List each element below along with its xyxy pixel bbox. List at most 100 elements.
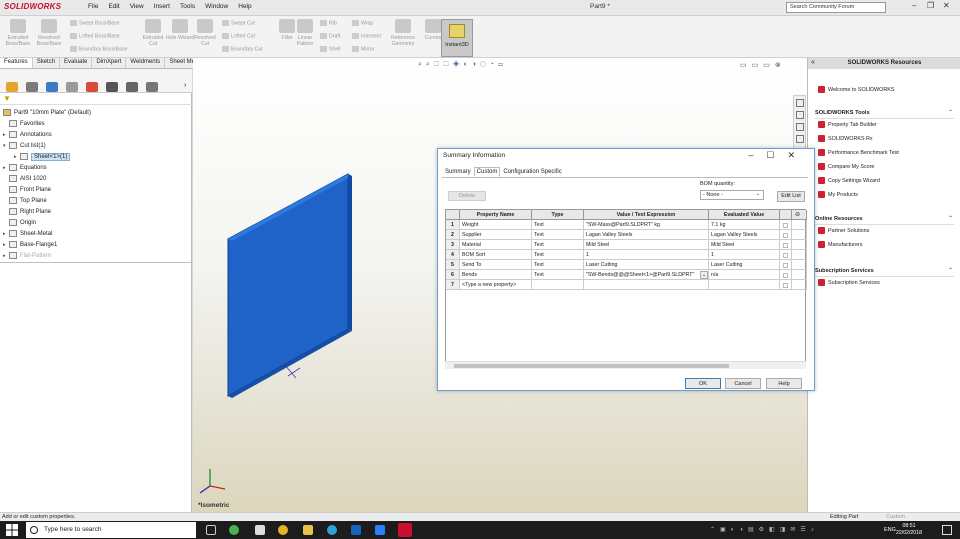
dimxpert-icon[interactable] [66,82,78,92]
row-checkbox[interactable] [780,260,792,270]
checkbox[interactable] [783,253,788,258]
instant3d-button[interactable]: Instant3D [441,19,473,57]
app-green-icon[interactable] [229,525,239,535]
cam-feature-tree-icon[interactable] [106,82,118,92]
cell-value[interactable]: "SW-Mass@Part9.SLDPRT" kg [584,220,709,230]
tree-item-sheet-metal[interactable]: ▸ Sheet-Metal [3,230,52,237]
panel-arrow-icon[interactable]: › [184,82,186,89]
tab-dimxpert[interactable]: DimXpert [92,58,127,68]
collapse-pane-icon[interactable]: « [811,59,815,66]
design-library-icon[interactable] [796,111,804,119]
cell-type[interactable]: Text [532,250,584,260]
property-manager-icon[interactable] [26,82,38,92]
heads-up-view-toolbar[interactable]: ⌕⌕⬚⬚◈◐◑⬡◔▭ [418,61,507,69]
ribbon-intersect[interactable]: Intersect [352,33,381,39]
row-checkbox[interactable] [780,220,792,230]
taskbar-search-input[interactable]: Type here to search [26,522,196,538]
sheet-metal-plate[interactable] [200,164,360,404]
help-button[interactable]: Help [766,378,802,389]
ribbon-wrap[interactable]: Wrap [352,20,373,26]
collapse-caret-icon[interactable]: ⌃ [948,215,953,222]
ribbon-mirror[interactable]: Mirror [352,46,375,52]
grid-horizontal-scrollbar[interactable] [445,361,806,369]
filter-icon[interactable]: ▼ [3,94,11,103]
language-indicator[interactable]: ENG [884,527,896,533]
section-online-resources[interactable]: Online Resources [815,216,863,222]
cell-name[interactable]: Bends [460,270,532,280]
solidworks-taskbar-icon[interactable] [398,523,412,537]
tab-sketch[interactable]: Sketch [33,58,61,68]
windows-start-icon[interactable] [6,524,18,536]
link-manufacturers[interactable]: Manufacturers [818,241,862,248]
cell-name[interactable]: Weight [460,220,532,230]
delete-button[interactable]: Delete [448,191,486,201]
dialog-window-controls[interactable]: –☐✕ [748,150,808,161]
row-link[interactable] [792,260,807,270]
ribbon-draft[interactable]: Draft [320,33,340,39]
cell-type[interactable]: Text [532,240,584,250]
checkbox[interactable] [783,263,788,268]
row-link[interactable] [792,230,807,240]
minimize-icon[interactable]: – [912,1,916,10]
tree-item-front-plane[interactable]: Front Plane [3,186,51,193]
tree-item-cut-list-1-[interactable]: ▾ Cut list(1) [3,142,46,149]
row-link[interactable] [792,250,807,260]
home-icon[interactable] [796,99,804,107]
tree-item-favorites[interactable]: Favorites [3,120,45,127]
bom-quantity-select[interactable]: - None - [700,190,764,200]
task-view-icon[interactable] [206,525,216,535]
cell-name[interactable]: Material [460,240,532,250]
row-checkbox[interactable] [780,230,792,240]
cell-name[interactable]: Send To [460,260,532,270]
link-performance-benchmark-test[interactable]: Performance Benchmark Test [818,149,899,156]
row-link[interactable] [792,270,807,280]
tab-weldments[interactable]: Weldments [126,58,166,68]
checkbox[interactable] [783,243,788,248]
ribbon-lofted-cut[interactable]: Lofted Cut [222,33,255,39]
cell-value[interactable]: Mild Steel [584,240,709,250]
cell-value[interactable]: Laser Cutting [584,260,709,270]
view-palette-icon[interactable] [796,135,804,143]
outlook-icon[interactable] [351,525,361,535]
cell-evaluated[interactable]: n/a [709,270,780,280]
cell-value[interactable] [584,280,709,290]
cell-value[interactable]: 1 [584,250,709,260]
solidworks-logo[interactable]: SOLIDWORKS [4,2,61,11]
ribbon-shell[interactable]: Shell [320,46,341,52]
tree-item-aisi-1020[interactable]: AISI 1020 [3,175,46,182]
ribbon-boundary-boss-base[interactable]: Boundary Boss/Base [70,46,127,52]
row-checkbox[interactable] [780,240,792,250]
link-subscription-services[interactable]: Subscription Services [818,279,880,286]
menu-insert[interactable]: Insert [154,3,170,10]
tree-root[interactable]: Part9 "10mm Plate" (Default) [3,109,91,116]
dropbox-icon[interactable] [375,525,385,535]
checkbox[interactable] [783,223,788,228]
tree-item-top-plane[interactable]: Top Plane [3,197,47,204]
link-compare-my-score[interactable]: Compare My Score [818,163,874,170]
checkbox[interactable] [783,273,788,278]
ribbon-rib[interactable]: Rib [320,20,337,26]
tree-item-right-plane[interactable]: Right Plane [3,208,51,215]
row-link[interactable] [792,220,807,230]
ok-button[interactable]: OK [685,378,721,389]
cell-type[interactable]: Text [532,270,584,280]
revolved-boss-button[interactable]: Revolved Boss/Base [34,19,64,47]
cell-name[interactable]: BOM Sort [460,250,532,260]
extruded-cut-button[interactable]: Extruded Cut [138,19,168,47]
row-checkbox[interactable] [780,250,792,260]
configuration-manager-icon[interactable] [46,82,58,92]
link-property-tab-builder[interactable]: Property Tab Builder [818,121,877,128]
display-manager-icon[interactable] [86,82,98,92]
cam-tool-tree-icon[interactable] [146,82,158,92]
linear-pattern-button[interactable]: Linear Pattern [290,19,320,47]
cancel-button[interactable]: Cancel [725,378,761,389]
edit-list-button[interactable]: Edit List [777,191,805,202]
tree-item-annotations[interactable]: ▸ Annotations [3,131,52,138]
tree-item-origin[interactable]: Origin [3,219,36,226]
revolved-cut-button[interactable]: Revolved Cut [190,19,220,47]
cell-evaluated[interactable]: Mild Steel [709,240,780,250]
link-partner-solutions[interactable]: Partner Solutions [818,227,869,234]
collapse-caret-icon[interactable]: ⌃ [948,267,953,274]
search-community-input[interactable]: Search Community Forum [786,2,886,13]
file-explorer-icon[interactable] [796,123,804,131]
